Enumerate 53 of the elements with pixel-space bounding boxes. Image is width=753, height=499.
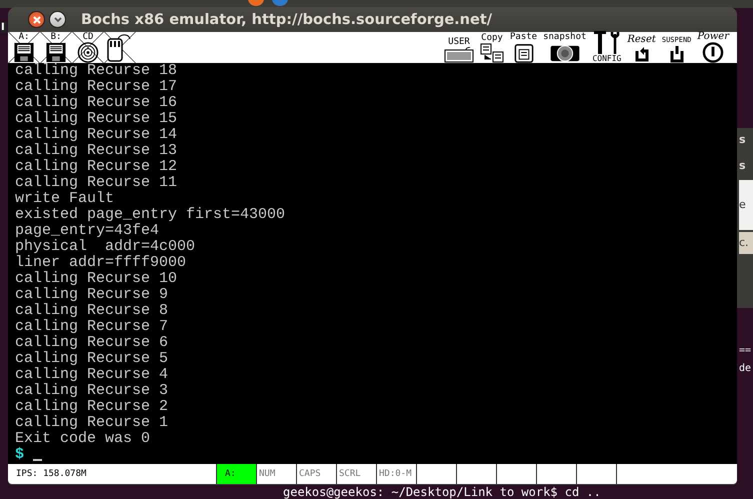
console-line: existed page_entry first=43000 (15, 207, 286, 223)
console-line: calling Recurse 15 (15, 111, 178, 127)
floppy-button[interactable]: B: (40, 32, 72, 63)
console-line: calling Recurse 17 (15, 79, 178, 95)
console-line: Exit code was 0 (15, 431, 152, 447)
console-line: calling Recurse 16 (15, 95, 178, 111)
power-button[interactable]: Power (695, 32, 731, 63)
minimize-button[interactable] (49, 11, 66, 28)
status-indicator: SCRL (336, 464, 376, 484)
console-line: calling Recurse 13 (15, 143, 178, 159)
console-line: calling Recurse 12 (15, 159, 178, 175)
reset-button[interactable]: Reset (625, 32, 658, 63)
text-cursor (33, 459, 42, 461)
console-line: calling Recurse 1 (15, 415, 170, 431)
console-line: calling Recurse 5 (15, 351, 170, 367)
console-line: calling Recurse 18 (15, 63, 178, 79)
status-indicator: NUM (256, 464, 296, 484)
console-line: calling Recurse 9 (15, 287, 170, 303)
console-line: calling Recurse 3 (15, 383, 170, 399)
console-line: write Fault (15, 191, 116, 207)
keyboard-button[interactable]: USER (442, 32, 476, 63)
camera-button[interactable]: snapshot (541, 32, 588, 63)
close-button[interactable] (28, 11, 45, 28)
chevron-icon (52, 14, 62, 24)
background-window-text: e (739, 180, 753, 230)
ips-readout: IPS: 158.078M (15, 468, 88, 481)
console-line: calling Recurse 8 (15, 303, 170, 319)
copy-button[interactable]: Copy (478, 32, 506, 63)
status-indicator: CAPS (296, 464, 336, 484)
floppy-button[interactable]: A: (8, 32, 40, 63)
mouse-button[interactable] (104, 32, 136, 63)
console-line: calling Recurse 4 (15, 367, 170, 383)
console-line: liner addr=ffff9000 (15, 255, 188, 271)
console-line: calling Recurse 7 (15, 319, 170, 335)
console-line: physical addr=4c000 (15, 239, 196, 255)
desktop-label: I (1, 22, 7, 33)
background-window-text: c. (739, 232, 753, 254)
console-line: page_entry=43fe4 (15, 223, 160, 239)
shell-prompt: $ (15, 447, 24, 463)
window-title: Bochs x86 emulator, http://bochs.sourceforge.net/ (81, 12, 492, 28)
close-icon (32, 14, 42, 24)
status-indicator: A: (216, 464, 256, 484)
console-line: calling Recurse 10 (15, 271, 178, 287)
terminal-line: geekos@geekos: ~/Desktop/Link to work$ cd .. (283, 486, 601, 499)
console-line: calling Recurse 6 (15, 335, 170, 351)
status-indicator: HD:0-M (376, 464, 416, 484)
paste-button[interactable]: Paste (508, 32, 540, 63)
console-line: calling Recurse 11 (15, 175, 178, 191)
console-line: calling Recurse 2 (15, 399, 170, 415)
cdrom-button[interactable]: CD (72, 32, 104, 63)
console-line: calling Recurse 14 (15, 127, 178, 143)
config-button[interactable]: CONFIG (590, 32, 624, 63)
tools-icon (592, 31, 621, 55)
